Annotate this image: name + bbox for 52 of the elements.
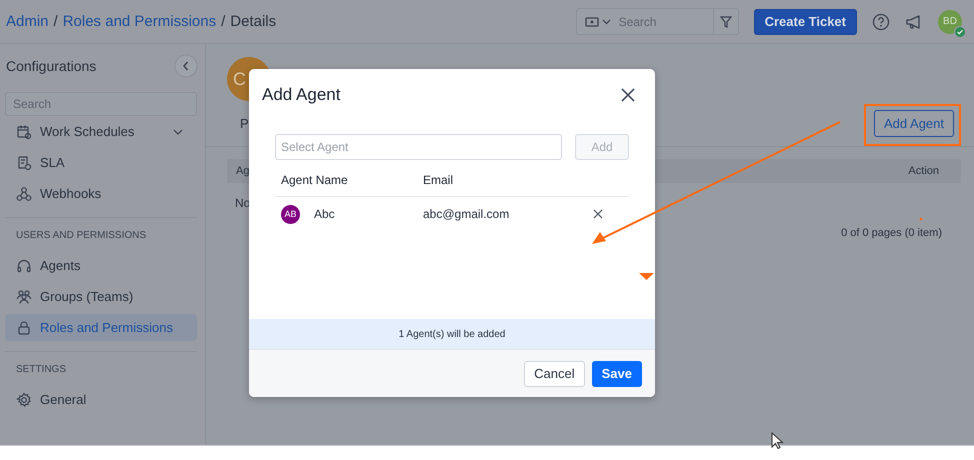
sidebar-item[interactable]: Webhooks (5, 180, 197, 207)
sidebar-item[interactable]: SLA (5, 149, 197, 176)
menu-item-icon (16, 288, 32, 304)
agent-select-field[interactable]: Select Agent (275, 134, 562, 160)
menu-item-icon (16, 186, 32, 202)
cancel-button[interactable]: Cancel (524, 360, 585, 386)
search-bar[interactable]: Search (576, 8, 739, 35)
column-header: Action (908, 165, 939, 177)
menu-item-icon (16, 320, 32, 336)
column-header: Agent Name (281, 172, 349, 186)
column-header: Email (423, 172, 454, 186)
notice-bar: 1 Agent(s) will be added (249, 319, 655, 349)
breadcrumb-separator: / (221, 13, 226, 30)
table-cell-text: abc@gmail.com (423, 207, 510, 221)
sidebar-item[interactable]: Groups (Teams) (5, 283, 197, 310)
close-icon[interactable] (621, 88, 635, 102)
section-heading: SETTINGS (15, 364, 68, 377)
table-cell: Abc (314, 207, 335, 221)
remove-icon[interactable] (593, 209, 603, 219)
cursor-icon (772, 432, 784, 450)
menu-item-icon (16, 258, 32, 274)
ticket-icon (584, 16, 599, 26)
breadcrumb-link[interactable]: Admin (6, 13, 49, 30)
column-header: Ag (236, 165, 250, 177)
menu-item-icon (16, 392, 32, 408)
menu-item-icon (16, 154, 32, 170)
chevron-down-icon (173, 128, 183, 134)
tab[interactable]: P (240, 116, 249, 130)
help-icon[interactable] (872, 12, 890, 30)
sidebar-title: Configurations (6, 58, 96, 74)
add-agent-button[interactable]: Add Agent (874, 110, 954, 136)
search-field[interactable]: Search (5, 92, 197, 116)
dot-marker (920, 218, 922, 220)
triangle-marker (639, 273, 654, 280)
sidebar-item[interactable]: Work Schedules (5, 118, 197, 145)
breadcrumb-link[interactable]: Roles and Permissions (62, 13, 216, 30)
user-initials: BD (943, 16, 957, 27)
sidebar-item[interactable]: Agents (5, 252, 197, 279)
breadcrumb-current: Details (230, 13, 276, 30)
breadcrumb-separator: / (54, 13, 58, 30)
menu-item-icon (16, 124, 32, 140)
agent-avatar: AB (281, 204, 300, 224)
collapse-icon[interactable] (174, 54, 198, 78)
create-ticket-button[interactable]: Create Ticket (754, 8, 857, 34)
sidebar-item[interactable]: General (5, 386, 197, 413)
sidebar-item[interactable]: Roles and Permissions (5, 314, 197, 341)
search-field[interactable]: Search (618, 14, 713, 28)
save-button[interactable]: Save (592, 360, 642, 386)
pagination-info: 0 of 0 pages (0 item) (841, 227, 942, 239)
section-heading: USERS AND PERMISSIONS (15, 230, 148, 243)
filter-icon (720, 16, 732, 28)
caret-icon (602, 18, 611, 24)
